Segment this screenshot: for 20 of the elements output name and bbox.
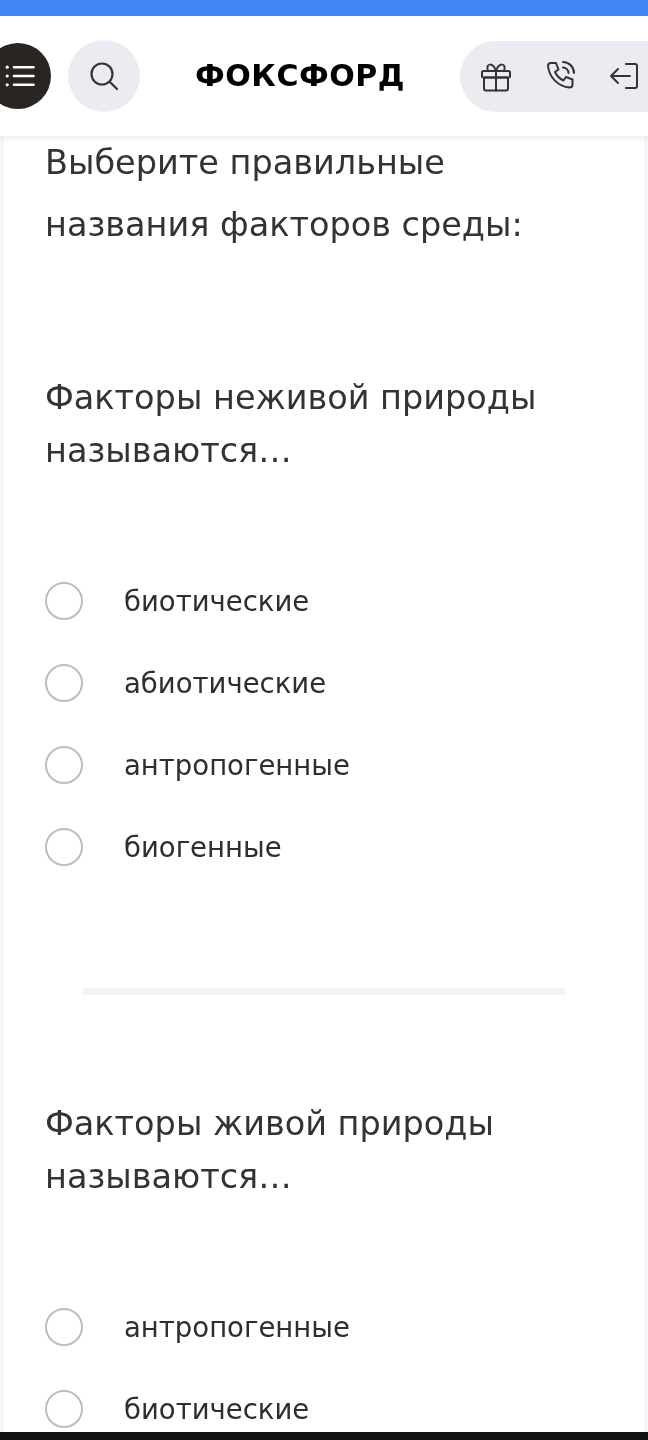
option-label[interactable]: биотические <box>124 583 310 619</box>
radio-button[interactable] <box>45 1390 83 1428</box>
radio-button[interactable] <box>45 1308 83 1346</box>
instruction-text: Выберите правильные названия факторов среды: <box>45 142 524 246</box>
logo[interactable]: ФОКСФОРД <box>195 58 405 94</box>
radio-button[interactable] <box>45 664 83 702</box>
option-label[interactable]: антропогенные <box>124 1309 350 1345</box>
radio-button[interactable] <box>45 582 83 620</box>
logout-icon[interactable] <box>608 60 640 92</box>
question-text: Факторы живой природы называются… <box>45 1103 495 1198</box>
menu-icon <box>5 65 35 87</box>
radio-button[interactable] <box>45 828 83 866</box>
option-label[interactable]: биогенные <box>124 829 282 865</box>
option-label[interactable]: антропогенные <box>124 747 350 783</box>
question-text: Факторы неживой природы называются… <box>45 377 538 472</box>
option-label[interactable]: биотические <box>124 1391 310 1427</box>
menu-button[interactable] <box>0 43 51 109</box>
search-icon <box>89 61 119 91</box>
option-label[interactable]: абиотические <box>124 665 327 701</box>
radio-button[interactable] <box>45 746 83 784</box>
